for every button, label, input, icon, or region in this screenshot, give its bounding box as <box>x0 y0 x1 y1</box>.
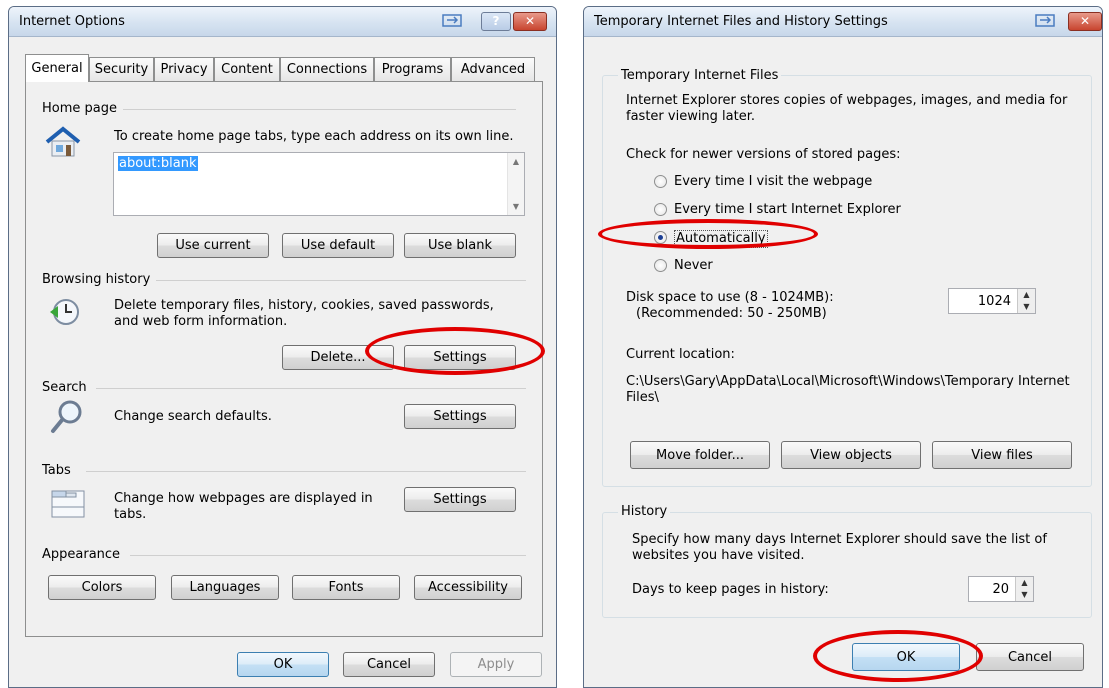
tabs-settings-button[interactable]: Settings <box>404 487 516 512</box>
divider <box>156 280 526 281</box>
tif-desc: Internet Explorer stores copies of webpa… <box>626 93 1068 124</box>
history-clock-icon <box>48 296 80 332</box>
view-files-button[interactable]: View files <box>932 441 1072 469</box>
title-bar[interactable]: Temporary Internet Files and History Set… <box>584 7 1102 37</box>
radio-every-start[interactable] <box>654 203 667 216</box>
apply-button[interactable]: Apply <box>450 652 542 677</box>
current-location-label: Current location: <box>626 347 735 362</box>
current-location-path: C:\Users\Gary\AppData\Local\Microsoft\Wi… <box>626 374 1070 405</box>
tif-history-settings-dialog: Temporary Internet Files and History Set… <box>583 6 1103 688</box>
general-tab-panel: Home page To create home page tabs, type… <box>25 81 543 637</box>
help-button[interactable]: ? <box>481 12 511 31</box>
use-blank-button[interactable]: Use blank <box>404 233 516 258</box>
search-label: Search <box>42 380 93 395</box>
view-objects-button[interactable]: View objects <box>781 441 921 469</box>
history-desc: Specify how many days Internet Explorer … <box>632 532 1047 563</box>
radio-every-visit-label[interactable]: Every time I visit the webpage <box>674 174 872 190</box>
tab-security[interactable]: Security <box>89 57 154 81</box>
close-icon: ✕ <box>524 14 536 28</box>
browsing-history-settings-button[interactable]: Settings <box>404 345 516 370</box>
radio-never-label[interactable]: Never <box>674 258 713 274</box>
title-bar[interactable]: Internet Options ? ✕ <box>9 7 556 37</box>
tab-privacy[interactable]: Privacy <box>154 57 214 81</box>
tab-content[interactable]: Content <box>214 57 280 81</box>
home-page-instruction: To create home page tabs, type each addr… <box>114 129 514 144</box>
tab-connections[interactable]: Connections <box>280 57 374 81</box>
browsing-history-desc: Delete temporary files, history, cookies… <box>114 298 494 329</box>
divider <box>116 109 516 110</box>
radio-every-start-label[interactable]: Every time I start Internet Explorer <box>674 202 901 218</box>
search-desc: Change search defaults. <box>114 409 272 424</box>
radio-never[interactable] <box>654 259 667 272</box>
disk-space-label: Disk space to use (8 - 1024MB): <box>626 290 834 305</box>
history-group <box>602 512 1092 618</box>
ok-button[interactable]: OK <box>237 652 329 677</box>
browsing-history-label: Browsing history <box>42 272 157 287</box>
radio-automatically[interactable] <box>654 231 667 244</box>
accessibility-button[interactable]: Accessibility <box>414 575 522 600</box>
close-button[interactable]: ✕ <box>1068 12 1102 31</box>
house-icon <box>44 126 82 164</box>
tabs-label: Tabs <box>42 463 77 478</box>
tabs-desc: Change how webpages are displayed in tab… <box>114 491 373 522</box>
spin-up-icon[interactable]: ▲ <box>1016 577 1033 589</box>
tab-programs[interactable]: Programs <box>374 57 451 81</box>
disk-space-recommended: (Recommended: 50 - 250MB) <box>636 306 827 321</box>
help-icon: ? <box>492 14 500 28</box>
dialog-title: Internet Options <box>19 14 125 29</box>
close-button[interactable]: ✕ <box>513 12 547 31</box>
scroll-up-icon[interactable]: ▲ <box>508 157 524 166</box>
move-folder-button[interactable]: Move folder... <box>630 441 770 469</box>
home-page-textarea[interactable]: about:blank ▲ ▼ <box>113 152 525 216</box>
home-page-label: Home page <box>42 101 123 116</box>
tabs-window-icon <box>50 487 86 525</box>
internet-options-dialog: Internet Options ? ✕ General Security Pr… <box>8 6 557 688</box>
delete-history-button[interactable]: Delete... <box>282 345 394 370</box>
cancel-button[interactable]: Cancel <box>343 652 435 677</box>
spin-up-icon[interactable]: ▲ <box>1018 289 1035 301</box>
ok-button[interactable]: OK <box>852 643 960 671</box>
days-history-label: Days to keep pages in history: <box>632 582 829 597</box>
spin-buttons[interactable]: ▲ ▼ <box>1017 289 1035 313</box>
use-current-button[interactable]: Use current <box>157 233 269 258</box>
spin-down-icon[interactable]: ▼ <box>1016 589 1033 601</box>
divider <box>130 555 526 556</box>
scroll-down-icon[interactable]: ▼ <box>508 202 524 211</box>
spin-buttons[interactable]: ▲ ▼ <box>1015 577 1033 601</box>
textarea-scrollbar[interactable]: ▲ ▼ <box>507 153 524 215</box>
home-page-value: about:blank <box>118 156 198 171</box>
tab-general[interactable]: General <box>25 54 89 82</box>
divider <box>96 388 526 389</box>
spin-down-icon[interactable]: ▼ <box>1018 301 1035 313</box>
cancel-button[interactable]: Cancel <box>976 643 1084 671</box>
dialog-title: Temporary Internet Files and History Set… <box>594 14 888 29</box>
days-history-stepper[interactable]: 20 ▲ ▼ <box>968 576 1034 602</box>
radio-automatically-label[interactable]: Automatically <box>674 230 768 248</box>
search-settings-button[interactable]: Settings <box>404 404 516 429</box>
radio-every-visit[interactable] <box>654 175 667 188</box>
colors-button[interactable]: Colors <box>48 575 156 600</box>
disk-space-value: 1024 <box>977 294 1011 309</box>
check-newer-label: Check for newer versions of stored pages… <box>626 147 901 162</box>
history-group-label: History <box>618 504 671 519</box>
magnifier-icon <box>50 399 84 439</box>
tif-group <box>602 75 1092 487</box>
resize-icon <box>439 12 465 31</box>
divider <box>86 471 526 472</box>
languages-button[interactable]: Languages <box>171 575 279 600</box>
close-icon: ✕ <box>1079 14 1091 28</box>
tif-group-label: Temporary Internet Files <box>618 68 782 83</box>
days-history-value: 20 <box>992 582 1009 597</box>
fonts-button[interactable]: Fonts <box>292 575 400 600</box>
appearance-label: Appearance <box>42 547 127 562</box>
resize-icon <box>1032 12 1058 31</box>
use-default-button[interactable]: Use default <box>282 233 394 258</box>
tab-advanced[interactable]: Advanced <box>451 57 535 81</box>
disk-space-stepper[interactable]: 1024 ▲ ▼ <box>948 288 1036 314</box>
